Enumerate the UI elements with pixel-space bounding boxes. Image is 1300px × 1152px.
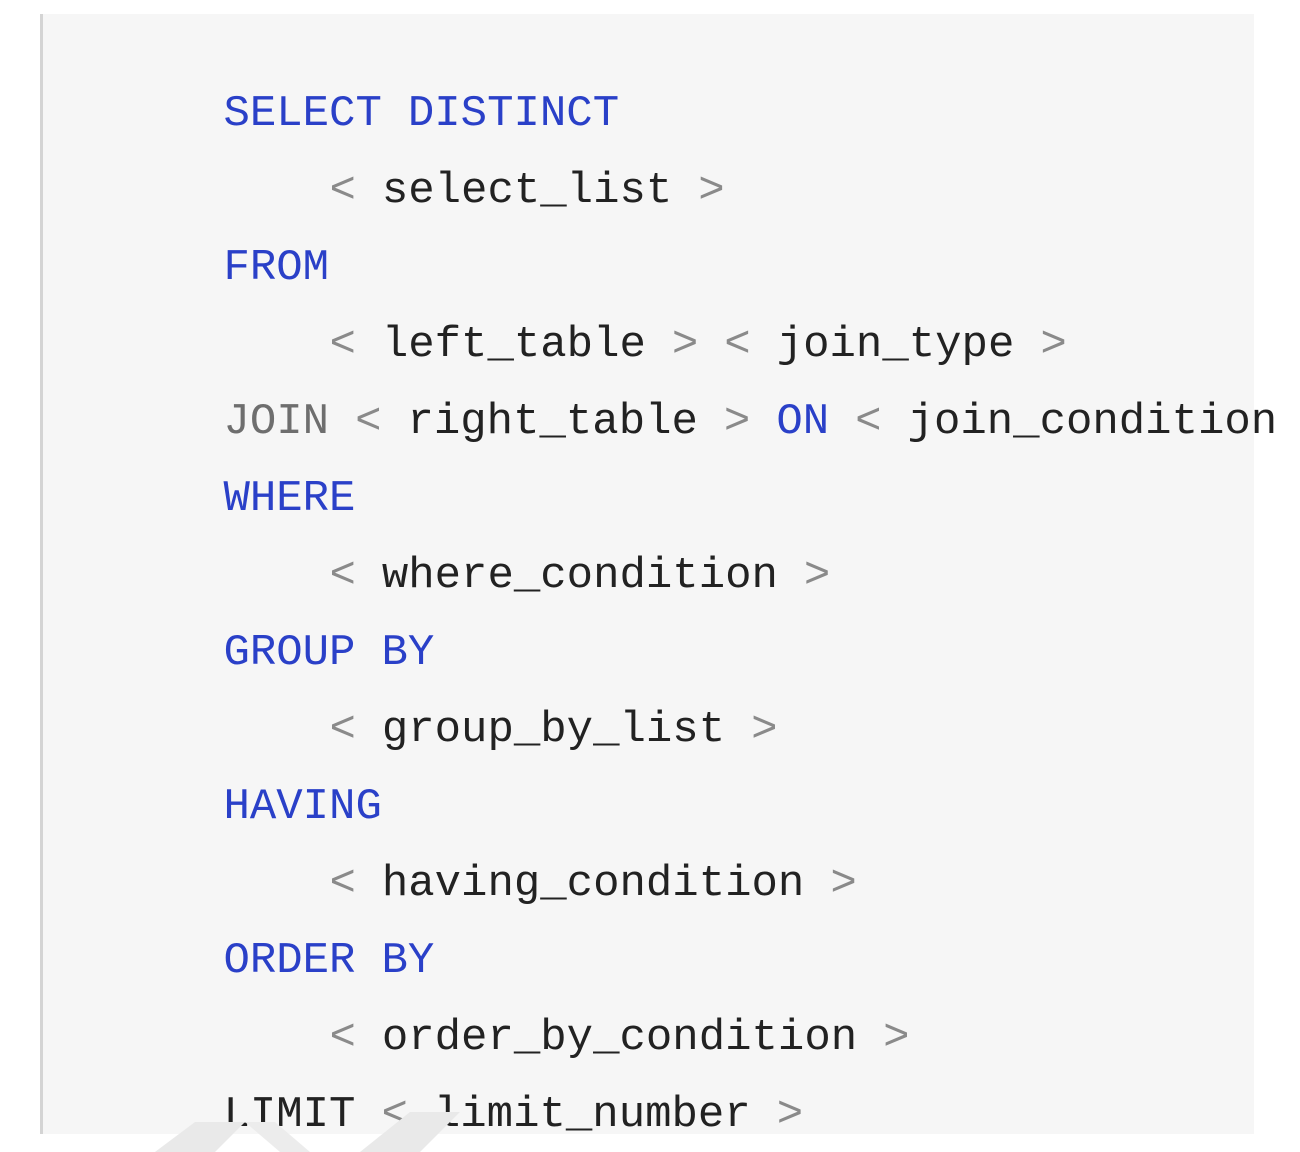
code-line-where: WHERE — [65, 409, 355, 524]
code-line-limit: LIMIT < limit_number > — [65, 1025, 803, 1140]
close-bracket: > — [830, 859, 857, 909]
code-line-group-by: GROUP BY — [65, 563, 434, 678]
close-bracket: > — [803, 551, 831, 601]
code-line-from: FROM — [65, 178, 329, 293]
code-line-select: SELECT DISTINCT — [65, 24, 619, 139]
code-line-join: JOIN<right_table>ON<join_condition> — [65, 332, 1300, 447]
keyword-on: ON — [776, 397, 830, 447]
code-line-having: HAVING — [65, 717, 381, 832]
identifier-having-condition: having_condition — [381, 859, 805, 909]
close-bracket: > — [883, 1013, 910, 1063]
watermark-stroke — [245, 1122, 310, 1152]
code-line-order-by-condition: < order_by_condition > — [65, 948, 909, 1063]
open-bracket: < — [329, 166, 356, 216]
open-bracket: < — [855, 397, 882, 447]
watermark-stroke — [155, 1122, 245, 1152]
identifier-group-by-list: group_by_list — [381, 705, 726, 755]
close-bracket: > — [751, 705, 778, 755]
sql-code-block: SELECT DISTINCT < select_list > FROM < left_… — [40, 14, 1277, 1140]
code-line-tables: < left_table > < join_type > — [65, 255, 1066, 370]
watermark-graphic — [155, 1112, 460, 1152]
close-bracket: > — [698, 166, 725, 216]
identifier-select-list: select_list — [381, 166, 673, 216]
code-line-having-condition: < having_condition > — [65, 794, 856, 909]
identifier-right-table: right_table — [407, 397, 698, 447]
code-line-select-list: < select_list > — [65, 101, 724, 216]
close-bracket: > — [723, 397, 751, 447]
code-line-where-condition: < where_condition > — [65, 486, 830, 601]
page: SELECT DISTINCT < select_list > FROM < left_… — [0, 0, 1300, 1152]
watermark-stroke — [360, 1112, 460, 1152]
code-line-group-by-list: < group_by_list > — [65, 640, 777, 755]
identifier-join-condition: join_condition — [907, 397, 1278, 447]
code-line-order-by: ORDER BY — [65, 871, 434, 986]
open-bracket: < — [355, 397, 382, 447]
identifier-where-condition: where_condition — [381, 551, 778, 601]
